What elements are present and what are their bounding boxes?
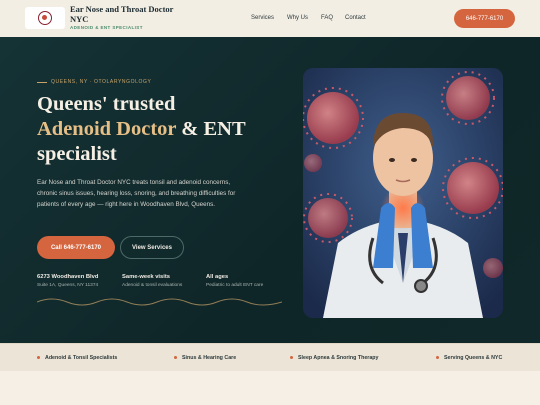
services-ticker: Adenoid & Tonsil Specialists Sinus & Hea… xyxy=(0,343,540,371)
fact-ages: All ages Pediatric to adult ENT care xyxy=(206,274,263,288)
hero-headline: Queens' trusted Adenoid Doctor & ENT spe… xyxy=(37,92,287,167)
logo-icon xyxy=(38,11,52,25)
nav-why-us[interactable]: Why Us xyxy=(287,15,308,21)
headline-mid: & ENT xyxy=(176,118,246,140)
fact-title: Same-week visits xyxy=(122,274,171,280)
ticker-item: Serving Queens & NYC xyxy=(436,355,502,361)
brand-tagline: ADENOID & ENT SPECIALIST xyxy=(70,25,143,30)
brand-name[interactable]: Ear Nose and Throat Doctor NYC xyxy=(70,4,180,24)
logo[interactable] xyxy=(25,7,65,29)
fact-title: 6273 Woodhaven Blvd xyxy=(37,274,99,280)
doctor-illustration xyxy=(303,68,503,318)
fact-subtitle: Suite 1A, Queens, NY 11374 xyxy=(37,283,99,288)
headline-highlight: Adenoid Doctor xyxy=(37,118,177,140)
hero-doctor-image xyxy=(303,68,503,318)
view-services-button[interactable]: View Services xyxy=(120,236,184,259)
headline-line-3: specialist xyxy=(37,143,117,165)
fact-subtitle: Adenoid & tonsil evaluations xyxy=(122,283,183,288)
site-header: Ear Nose and Throat Doctor NYC ADENOID &… xyxy=(0,0,540,37)
hero-eyebrow: QUEENS, NY · OTOLARYNGOLOGY xyxy=(51,79,152,85)
ticker-item: Adenoid & Tonsil Specialists xyxy=(37,355,117,361)
fact-visits: Same-week visits Adenoid & tonsil evalua… xyxy=(122,274,182,288)
fact-subtitle: Pediatric to adult ENT care xyxy=(206,283,264,288)
headline-line-1: Queens' trusted xyxy=(37,93,176,115)
decorative-wave xyxy=(37,298,282,306)
hero-description: Ear Nose and Throat Doctor NYC treats to… xyxy=(37,179,236,208)
ticker-item: Sinus & Hearing Care xyxy=(174,355,236,361)
fact-title: All ages xyxy=(206,274,229,280)
next-section xyxy=(0,371,540,405)
ticker-item: Sleep Apnea & Snoring Therapy xyxy=(290,355,378,361)
nav-contact[interactable]: Contact xyxy=(345,15,366,21)
hero-section: QUEENS, NY · OTOLARYNGOLOGY Queens' trus… xyxy=(0,37,540,343)
nav-faq[interactable]: FAQ xyxy=(321,15,333,21)
call-button[interactable]: Call 646-777-6170 xyxy=(37,236,115,259)
header-call-button[interactable]: 646-777-6170 xyxy=(454,9,515,28)
eyebrow-divider xyxy=(37,82,47,83)
nav-services[interactable]: Services xyxy=(251,15,274,21)
fact-address: 6273 Woodhaven Blvd Suite 1A, Queens, NY… xyxy=(37,274,98,288)
